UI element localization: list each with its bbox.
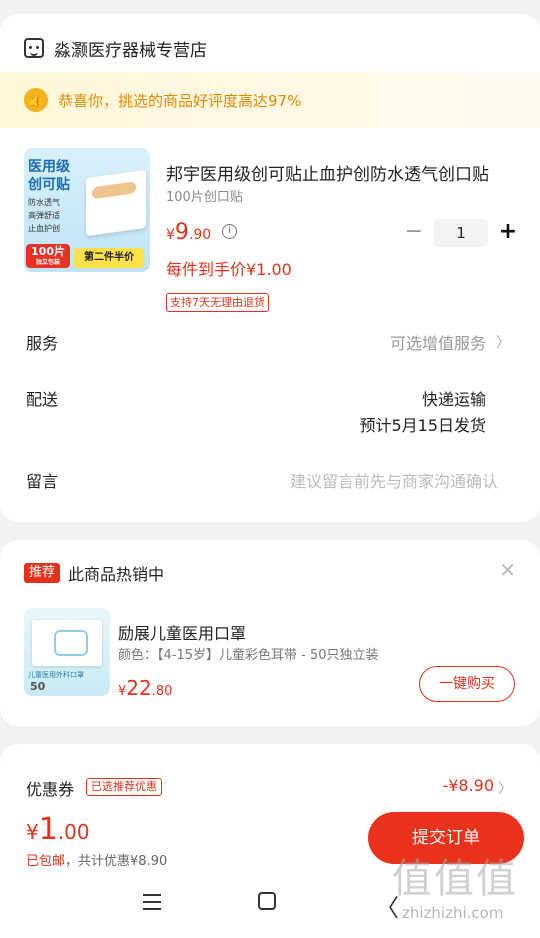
product-image-title: 医用级 创可贴	[28, 159, 70, 193]
store-icon	[24, 38, 44, 58]
recommend-product-image[interactable]: 儿童医用外科口罩 50	[24, 608, 110, 696]
order-card: 淼灏医疗器械专营店 👍 恭喜你，挑选的商品好评度高达97% 医用级 创可贴 防水…	[0, 14, 540, 522]
price-info-icon[interactable]: i	[222, 224, 237, 239]
recommend-product-spec: 颜色：【4-15岁】儿童彩色耳带 - 50只独立装	[118, 648, 379, 663]
recommend-title: 此商品热销中	[68, 565, 165, 584]
product-promo-label: 第二件半价	[74, 248, 144, 268]
recommendation-header: 推荐 此商品热销中	[24, 561, 164, 585]
watermark-glyphs: 值值值	[392, 856, 518, 902]
message-label: 留言	[26, 472, 59, 491]
chevron-right-icon: 〉	[498, 781, 512, 797]
coupon-label: 优惠券	[26, 780, 75, 799]
recommend-product-name[interactable]: 励展儿童医用口罩	[118, 620, 246, 644]
store-header[interactable]: 淼灏医疗器械专营店	[24, 34, 207, 62]
thumbs-up-icon: 👍	[24, 88, 48, 112]
message-input[interactable]: 建议留言前先与商家沟通确认	[290, 468, 498, 492]
product-title[interactable]: 邦宇医用级创可贴止血护创防水透气创口贴	[166, 160, 516, 185]
decrease-button[interactable]: −	[402, 218, 426, 248]
increase-button[interactable]: +	[496, 218, 520, 248]
praise-banner: 👍 恭喜你，挑选的商品好评度高达97%	[0, 72, 540, 128]
service-label: 服务	[26, 334, 59, 353]
quantity-stepper: − 1 +	[402, 218, 520, 248]
delivery-label: 配送	[26, 390, 59, 409]
product-count-badge: 100片 独立包装	[26, 244, 70, 268]
watermark-site: zhizhizhi.com	[402, 904, 504, 922]
coupon-amount: -¥8.90	[442, 776, 494, 795]
one-click-buy-button[interactable]: 一键购买	[419, 666, 515, 702]
menu-icon[interactable]	[143, 894, 161, 910]
total-note: 已包邮，共计优惠¥8.90	[26, 854, 168, 869]
close-icon[interactable]: ✕	[499, 558, 516, 582]
recommend-badge: 推荐	[24, 563, 61, 583]
product-image[interactable]: 医用级 创可贴 防水透气 高弹舒适 止血护创 100片 独立包装 第二件半价	[24, 148, 150, 272]
home-icon[interactable]	[258, 892, 276, 910]
recommendation-card: 推荐 此商品热销中 ✕ 儿童医用外科口罩 50 励展儿童医用口罩 颜色：【4-1…	[0, 540, 540, 726]
delivery-eta: 预计5月15日发货	[359, 416, 486, 435]
service-value: 可选增值服务	[389, 334, 486, 353]
recommend-product-price: ¥ 22 .80	[118, 676, 173, 700]
mask-box-graphic	[32, 620, 102, 666]
product-spec[interactable]: 100片创口贴	[166, 186, 243, 205]
quantity-input[interactable]: 1	[434, 219, 488, 247]
product-price: ¥ 9 .90	[166, 220, 212, 245]
return-policy-tag: 支持7天无理由退货	[166, 293, 269, 312]
product-image-features: 防水透气 高弹舒适 止血护创	[28, 198, 60, 233]
unit-price: 每件到手价¥1.00	[166, 260, 292, 279]
total-price: ¥ 1 .00	[26, 812, 90, 847]
coupon-tag: 已选推荐优惠	[86, 778, 162, 796]
product-box-graphic	[86, 169, 146, 237]
watermark: 值值值 zhizhizhi.com	[392, 846, 532, 930]
delivery-method: 快递运输	[421, 390, 486, 409]
chevron-right-icon: 〉	[496, 335, 510, 351]
store-name: 淼灏医疗器械专营店	[54, 40, 207, 61]
praise-text: 恭喜你，挑选的商品好评度高达97%	[58, 91, 302, 110]
